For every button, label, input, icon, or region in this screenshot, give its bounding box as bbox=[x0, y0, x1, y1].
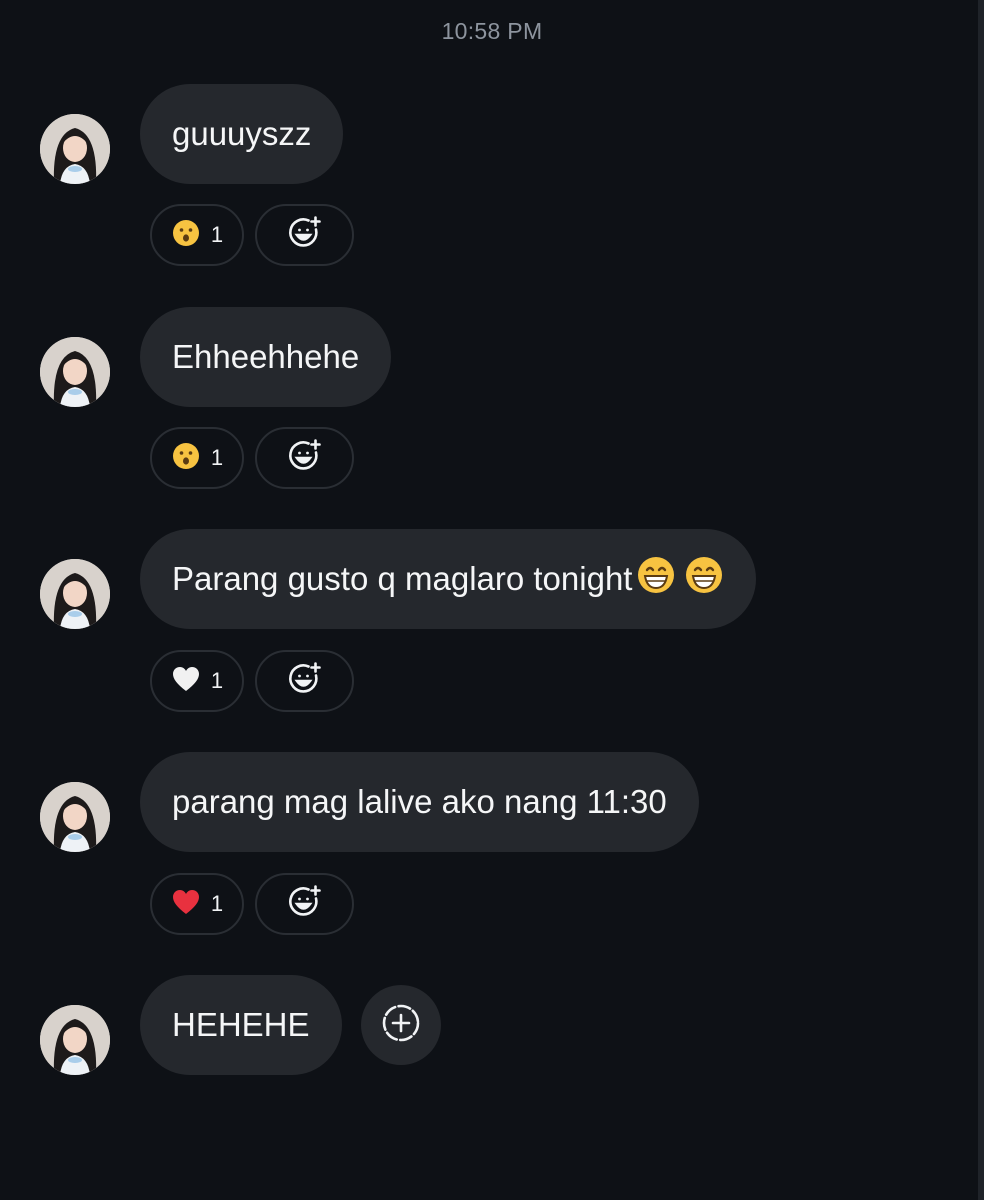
message-row: guuuyszz 1 bbox=[0, 84, 984, 284]
message-timestamp: 10:58 PM bbox=[441, 18, 543, 44]
avatar[interactable] bbox=[40, 114, 110, 184]
add-emoji-icon bbox=[286, 883, 324, 926]
reaction-chip[interactable]: 1 bbox=[150, 873, 244, 935]
grinning-face-icon bbox=[636, 555, 676, 603]
hushed-face-icon bbox=[171, 441, 201, 476]
message-row: HEHEHE bbox=[0, 975, 984, 1175]
reaction-count: 1 bbox=[210, 668, 224, 693]
chat-screen: 10:58 PM guuuyszz 1 Ehheehhehe 1 Parang … bbox=[0, 0, 984, 1200]
add-reaction-button[interactable] bbox=[361, 985, 441, 1065]
message-text: Parang gusto q maglaro tonight bbox=[172, 560, 633, 597]
message-bubble[interactable]: HEHEHE bbox=[140, 975, 342, 1075]
add-emoji-icon bbox=[286, 660, 324, 703]
message-text: HEHEHE bbox=[172, 1006, 310, 1043]
reaction-chip[interactable]: 1 bbox=[150, 650, 244, 712]
reaction-chip[interactable]: 1 bbox=[150, 204, 244, 266]
message-bubble[interactable]: guuuyszz bbox=[140, 84, 344, 184]
message-row: Parang gusto q maglaro tonight 1 bbox=[0, 529, 984, 729]
message-bubble[interactable]: Parang gusto q maglaro tonight bbox=[140, 529, 757, 629]
reaction-count: 1 bbox=[210, 445, 224, 470]
add-reaction-button[interactable] bbox=[255, 873, 354, 935]
message-row: parang mag lalive ako nang 11:30 1 bbox=[0, 752, 984, 952]
avatar[interactable] bbox=[40, 1005, 110, 1075]
add-emoji-icon bbox=[286, 437, 324, 480]
hushed-face-icon bbox=[171, 218, 201, 253]
reaction-chip[interactable]: 1 bbox=[150, 427, 244, 489]
avatar[interactable] bbox=[40, 782, 110, 852]
reaction-count: 1 bbox=[210, 891, 224, 916]
add-reaction-button[interactable] bbox=[255, 204, 354, 266]
add-reaction-button[interactable] bbox=[255, 650, 354, 712]
message-text: parang mag lalive ako nang 11:30 bbox=[172, 783, 667, 820]
message-bubble[interactable]: parang mag lalive ako nang 11:30 bbox=[140, 752, 699, 852]
message-text: guuuyszz bbox=[172, 115, 312, 152]
message-text: Ehheehhehe bbox=[172, 338, 360, 375]
message-row: Ehheehhehe 1 bbox=[0, 307, 984, 507]
message-bubble[interactable]: Ehheehhehe bbox=[140, 307, 392, 407]
red-heart-icon bbox=[171, 887, 201, 922]
add-circle-icon bbox=[379, 1001, 423, 1050]
avatar[interactable] bbox=[40, 337, 110, 407]
reaction-count: 1 bbox=[210, 222, 224, 247]
grinning-face-icon bbox=[684, 555, 724, 603]
add-emoji-icon bbox=[286, 214, 324, 257]
white-heart-icon bbox=[171, 664, 201, 699]
avatar[interactable] bbox=[40, 559, 110, 629]
add-reaction-button[interactable] bbox=[255, 427, 354, 489]
